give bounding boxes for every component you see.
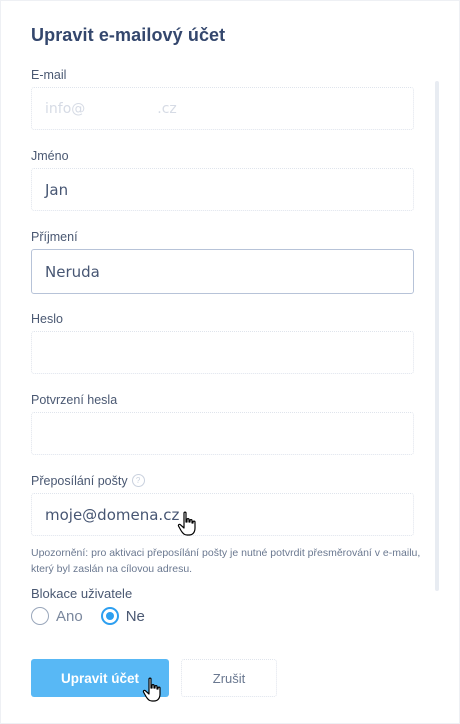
email-value-suffix: .cz: [157, 100, 177, 117]
email-value-prefix: info@: [45, 100, 86, 117]
last-name-label: Příjmení: [31, 230, 78, 244]
radio-no[interactable]: [100, 607, 119, 625]
radio-no-label: Ne: [125, 607, 145, 625]
edit-email-account-dialog: Upravit e-mailový účet E-mail info@ .cz …: [0, 0, 460, 724]
hand-pointer-icon: [177, 511, 196, 536]
dialog-title: Upravit e-mailový účet: [31, 25, 226, 45]
last-name-value: Neruda: [45, 262, 100, 281]
first-name-label: Jméno: [31, 149, 69, 163]
cancel-button[interactable]: Zrušit: [181, 659, 277, 697]
forwarding-note: Upozornění: pro aktivaci přeposílání poš…: [31, 547, 421, 575]
radio-option-no[interactable]: Ne: [100, 607, 145, 625]
forwarding-label-row: Přeposílání pošty?: [31, 474, 145, 488]
password-confirm-field[interactable]: [31, 412, 414, 455]
radio-yes[interactable]: [31, 607, 49, 625]
forwarding-label: Přeposílání pošty: [31, 474, 128, 488]
user-block-label: Blokace uživatele: [31, 586, 133, 601]
radio-no-dot: [105, 612, 114, 620]
last-name-field[interactable]: Neruda: [31, 249, 414, 294]
radio-yes-label: Ano: [56, 607, 83, 625]
scrollbar[interactable]: [435, 81, 439, 591]
password-confirm-label: Potvrzení hesla: [31, 393, 118, 407]
password-field[interactable]: [31, 331, 414, 374]
password-label: Heslo: [31, 312, 63, 326]
hand-pointer-icon-submit: [142, 677, 161, 702]
email-field: info@ .cz: [31, 87, 414, 130]
radio-option-yes[interactable]: Ano: [31, 607, 83, 625]
question-circle-icon[interactable]: ?: [131, 474, 145, 488]
forwarding-field[interactable]: moje@domena.cz: [31, 493, 414, 536]
email-label: E-mail: [31, 68, 67, 82]
forwarding-value: moje@domena.cz: [45, 505, 180, 524]
user-block-radio-group: Ano Ne: [31, 607, 163, 625]
email-redaction: [85, 103, 158, 114]
first-name-field[interactable]: Jan: [31, 168, 414, 211]
first-name-value: Jan: [45, 180, 69, 199]
